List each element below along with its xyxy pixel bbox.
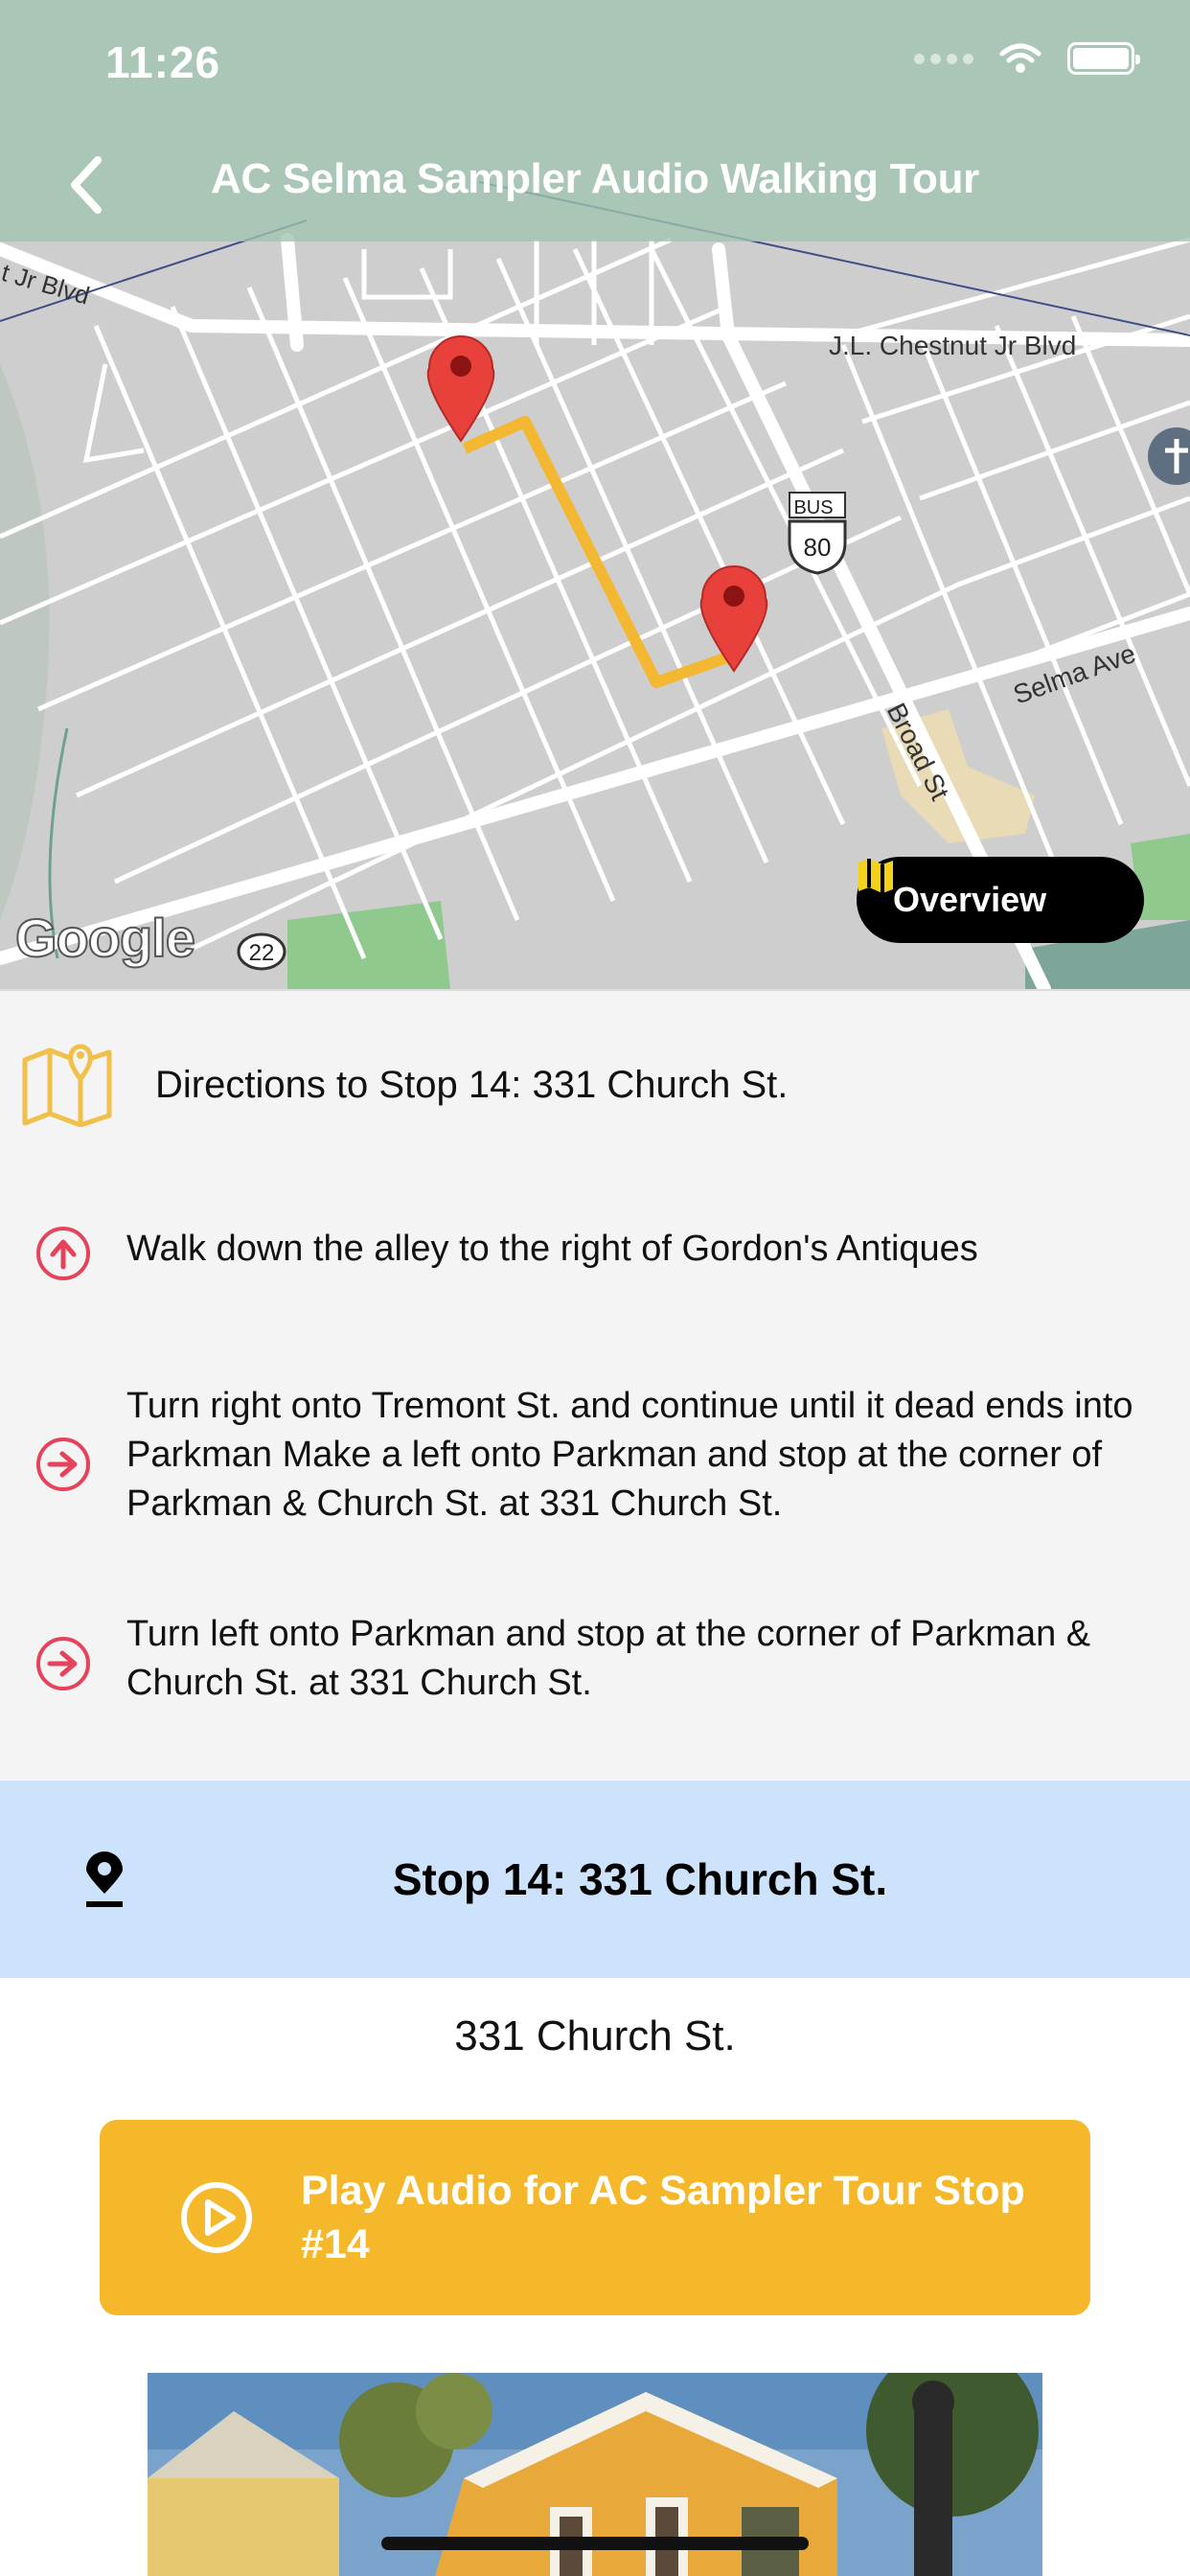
map-icon: [858, 859, 893, 893]
route-22-label: 22: [249, 940, 275, 966]
arrow-right-circle-icon: [36, 1438, 90, 1491]
directions-panel: Directions to Stop 14: 331 Church St. Wa…: [0, 989, 1190, 1781]
play-audio-label: Play Audio for AC Sampler Tour Stop #14: [301, 2168, 1025, 2267]
overview-button-label: Overview: [893, 880, 1047, 919]
directions-heading-text: Directions to Stop 14: 331 Church St.: [155, 1064, 789, 1106]
battery-icon: [1067, 42, 1140, 75]
street-label-chestnut: J.L. Chestnut Jr Blvd: [829, 331, 1076, 360]
play-circle-icon: [181, 2182, 252, 2253]
nav-header: 11:26 AC Selma Sampler Audio Walking Tou…: [0, 0, 1190, 242]
bus-shield-label: BUS: [793, 497, 833, 518]
directions-heading: Directions to Stop 14: 331 Church St.: [0, 1041, 1190, 1137]
stop-address: 331 Church St.: [454, 2012, 736, 2059]
status-icons: [914, 42, 1140, 75]
status-time: 11:26: [105, 37, 221, 87]
play-audio-button[interactable]: Play Audio for AC Sampler Tour Stop #14: [100, 2120, 1090, 2315]
stop-title: Stop 14: 331 Church St.: [392, 1854, 888, 1904]
route-80-label: 80: [804, 533, 832, 562]
home-indicator: [381, 2537, 809, 2550]
direction-step-text: Walk down the alley to the right of Gord…: [126, 1229, 978, 1269]
arrow-up-circle-icon: [36, 1227, 90, 1280]
stop-banner: Stop 14: 331 Church St.: [0, 1781, 1190, 1978]
map-pin-icon: [22, 1044, 112, 1127]
overview-button[interactable]: Overview: [857, 857, 1144, 943]
wifi-icon: [999, 43, 1041, 73]
signal-icon: [914, 53, 973, 64]
google-logo: Google: [14, 907, 196, 969]
page-title: AC Selma Sampler Audio Walking Tour: [211, 155, 979, 202]
direction-step-text: Turn right onto Tremont St. and continue…: [126, 1386, 1133, 1524]
direction-step-text: Turn left onto Parkman and stop at the c…: [126, 1614, 1091, 1703]
arrow-right-circle-icon: [36, 1637, 90, 1690]
